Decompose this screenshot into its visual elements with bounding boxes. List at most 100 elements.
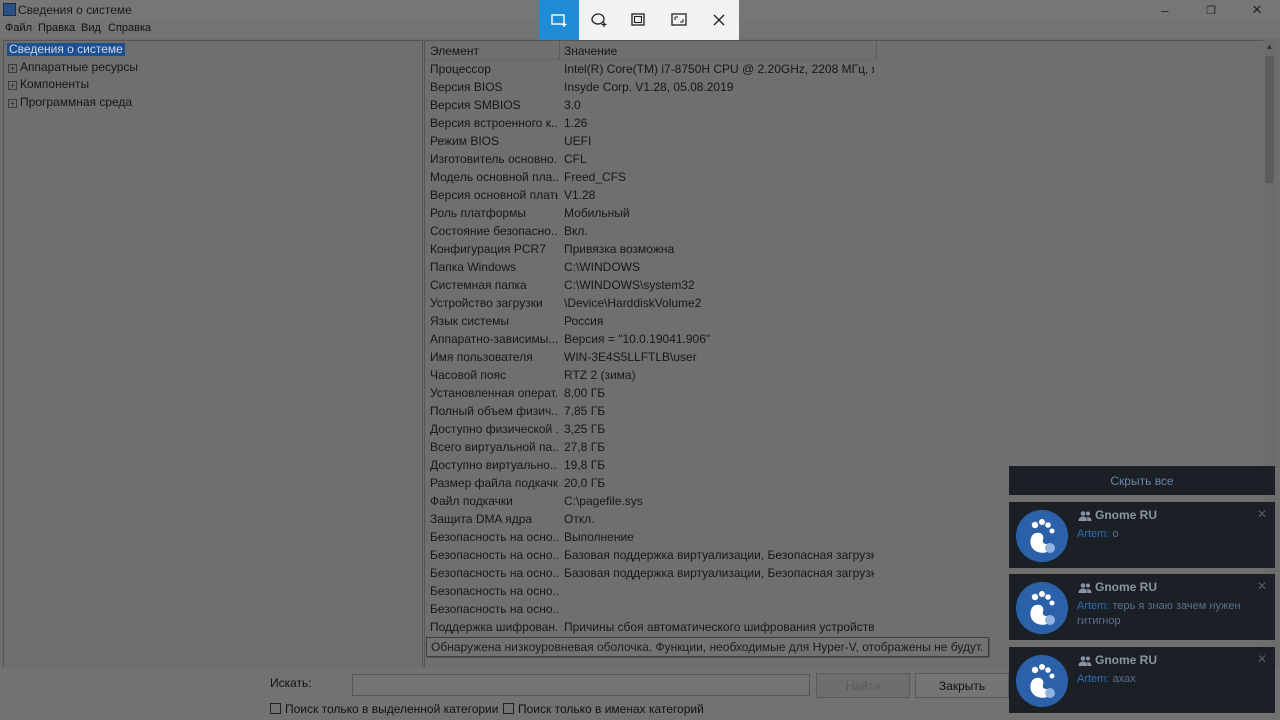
expand-icon[interactable]: + <box>8 99 17 108</box>
list-header: Элемент Значение <box>425 41 877 60</box>
table-row[interactable]: Конфигурация PCR7 Привязка возможна <box>425 240 1263 258</box>
row-item-value: 3.0 <box>564 98 581 112</box>
row-item-value: \Device\HarddiskVolume2 <box>564 296 702 310</box>
row-item-value: CFL <box>564 152 587 166</box>
row-item-name: Размер файла подкачки <box>430 476 558 490</box>
close-icon[interactable]: ✕ <box>1257 579 1267 593</box>
table-row[interactable]: Папка Windows C:\WINDOWS <box>425 258 1263 276</box>
row-item-value: Вкл. <box>564 224 588 238</box>
notification-card[interactable]: Gnome RU Artem: ахах ✕ <box>1009 647 1275 713</box>
table-row[interactable]: Версия BIOS Insyde Corp. V1.28, 05.08.201… <box>425 78 1263 96</box>
table-row[interactable]: Изготовитель основно... CFL <box>425 150 1263 168</box>
row-item-value: Выполнение <box>564 530 634 544</box>
checkbox-label: Поиск только в выделенной категории <box>285 702 499 716</box>
minimize-button[interactable]: – <box>1142 0 1188 20</box>
column-divider[interactable] <box>876 41 877 59</box>
close-snip-button[interactable] <box>699 0 739 40</box>
group-icon <box>1078 656 1092 666</box>
gnome-avatar-icon <box>1016 655 1068 707</box>
expand-icon[interactable]: + <box>8 64 17 73</box>
table-row[interactable]: Версия встроенного к... 1.26 <box>425 114 1263 132</box>
table-row[interactable]: Полный объем физич... 7,85 ГБ <box>425 402 1263 420</box>
row-item-value: 20,0 ГБ <box>564 476 606 490</box>
table-row[interactable]: Режим BIOS UEFI <box>425 132 1263 150</box>
row-item-name: Устройство загрузки <box>430 296 543 310</box>
search-label: Искать: <box>270 676 312 690</box>
row-item-name: Безопасность на осно... <box>430 566 558 580</box>
menu-file[interactable]: Файл <box>5 22 32 34</box>
snip-toolbar <box>539 0 739 40</box>
fullscreen-snip-button[interactable] <box>659 0 699 40</box>
freeform-snip-button[interactable] <box>579 0 619 40</box>
close-window-button[interactable]: ✕ <box>1234 0 1280 20</box>
table-row[interactable]: Версия основной платы V1.28 <box>425 186 1263 204</box>
rectangle-snip-button[interactable] <box>539 0 579 40</box>
close-icon[interactable]: ✕ <box>1257 652 1267 666</box>
checkbox-icon[interactable] <box>270 703 281 714</box>
scroll-up-icon[interactable]: ▲ <box>1263 40 1276 54</box>
column-divider[interactable] <box>559 41 560 59</box>
notification-card[interactable]: Gnome RU Artem: терь я знаю зачем нужен г… <box>1009 574 1275 640</box>
column-header-item[interactable]: Элемент <box>430 44 479 58</box>
table-row[interactable]: Установленная операт... 8,00 ГБ <box>425 384 1263 402</box>
table-row[interactable]: Доступно физической ... 3,25 ГБ <box>425 420 1263 438</box>
maximize-button[interactable]: ❐ <box>1188 0 1234 20</box>
message-author: Artem: <box>1077 600 1110 612</box>
table-row[interactable]: Роль платформы Мобильный <box>425 204 1263 222</box>
row-item-name: Версия BIOS <box>430 80 503 94</box>
checkbox-icon[interactable] <box>503 703 514 714</box>
table-row[interactable]: Процессор Intel(R) Core(TM) i7-8750H CPU … <box>425 60 1263 78</box>
window-snip-icon <box>631 13 645 26</box>
fullscreen-snip-icon <box>671 13 687 26</box>
hide-all-notifications-button[interactable]: Скрыть все <box>1009 466 1275 495</box>
close-button[interactable]: Закрыть <box>915 673 1009 698</box>
scroll-thumb[interactable] <box>1265 56 1274 183</box>
message-text: о <box>1109 528 1119 540</box>
checkbox-selected-category[interactable]: Поиск только в выделенной категории <box>270 702 498 716</box>
gnome-avatar-icon <box>1016 582 1068 634</box>
row-item-name: Папка Windows <box>430 260 516 274</box>
row-item-name: Системная папка <box>430 278 527 292</box>
tree-root-system-summary[interactable]: Сведения о системе <box>7 43 125 56</box>
row-item-name: Поддержка шифрован... <box>430 620 558 634</box>
row-item-value: Intel(R) Core(TM) i7-8750H CPU @ 2.20GHz… <box>564 62 874 76</box>
group-icon <box>1078 583 1092 593</box>
menu-view[interactable]: Вид <box>81 22 101 34</box>
find-button[interactable]: Найти <box>816 673 910 698</box>
row-item-name: Режим BIOS <box>430 134 500 148</box>
table-row[interactable]: Имя пользователя WIN-3E4S5LLFTLB\user <box>425 348 1263 366</box>
close-icon[interactable]: ✕ <box>1257 507 1267 521</box>
table-row[interactable]: Аппаратно-зависимы... Версия = "10.0.1904… <box>425 330 1263 348</box>
row-item-value: Базовая поддержка виртуализации, Безопас… <box>564 566 874 580</box>
gnome-avatar-icon <box>1016 510 1068 562</box>
tree-node-hardware[interactable]: Аппаратные ресурсы <box>20 60 138 74</box>
checkbox-category-names[interactable]: Поиск только в именах категорий <box>503 702 704 716</box>
table-row[interactable]: Состояние безопасно... Вкл. <box>425 222 1263 240</box>
menu-help[interactable]: Справка <box>108 22 151 34</box>
tree-node-components[interactable]: Компоненты <box>20 77 89 91</box>
row-item-name: Версия SMBIOS <box>430 98 521 112</box>
vertical-scrollbar[interactable]: ▲ ▼ <box>1263 40 1276 667</box>
menu-edit[interactable]: Правка <box>38 22 75 34</box>
row-item-name: Часовой пояс <box>430 368 507 382</box>
tree-node-software[interactable]: Программная среда <box>20 95 132 109</box>
row-item-name: Конфигурация PCR7 <box>430 242 546 256</box>
column-header-value[interactable]: Значение <box>564 44 617 58</box>
expand-icon[interactable]: + <box>8 81 17 90</box>
notification-message: Artem: ахах <box>1077 672 1267 687</box>
window-snip-button[interactable] <box>619 0 659 40</box>
table-row[interactable]: Модель основной пла... Freed_CFS <box>425 168 1263 186</box>
table-row[interactable]: Системная папка C:\WINDOWS\system32 <box>425 276 1263 294</box>
notification-card[interactable]: Gnome RU Artem: о ✕ <box>1009 502 1275 568</box>
table-row[interactable]: Всего виртуальной па... 27,8 ГБ <box>425 438 1263 456</box>
row-item-value: Привязка возможна <box>564 242 675 256</box>
table-row[interactable]: Версия SMBIOS 3.0 <box>425 96 1263 114</box>
table-row[interactable]: Часовой пояс RTZ 2 (зима) <box>425 366 1263 384</box>
row-item-name: Установленная операт... <box>430 386 558 400</box>
row-item-value: UEFI <box>564 134 592 148</box>
table-row[interactable]: Язык системы Россия <box>425 312 1263 330</box>
row-item-value: V1.28 <box>564 188 596 202</box>
search-input[interactable] <box>352 674 810 696</box>
table-row[interactable]: Устройство загрузки \Device\HarddiskVolum… <box>425 294 1263 312</box>
row-item-value: WIN-3E4S5LLFTLB\user <box>564 350 697 364</box>
